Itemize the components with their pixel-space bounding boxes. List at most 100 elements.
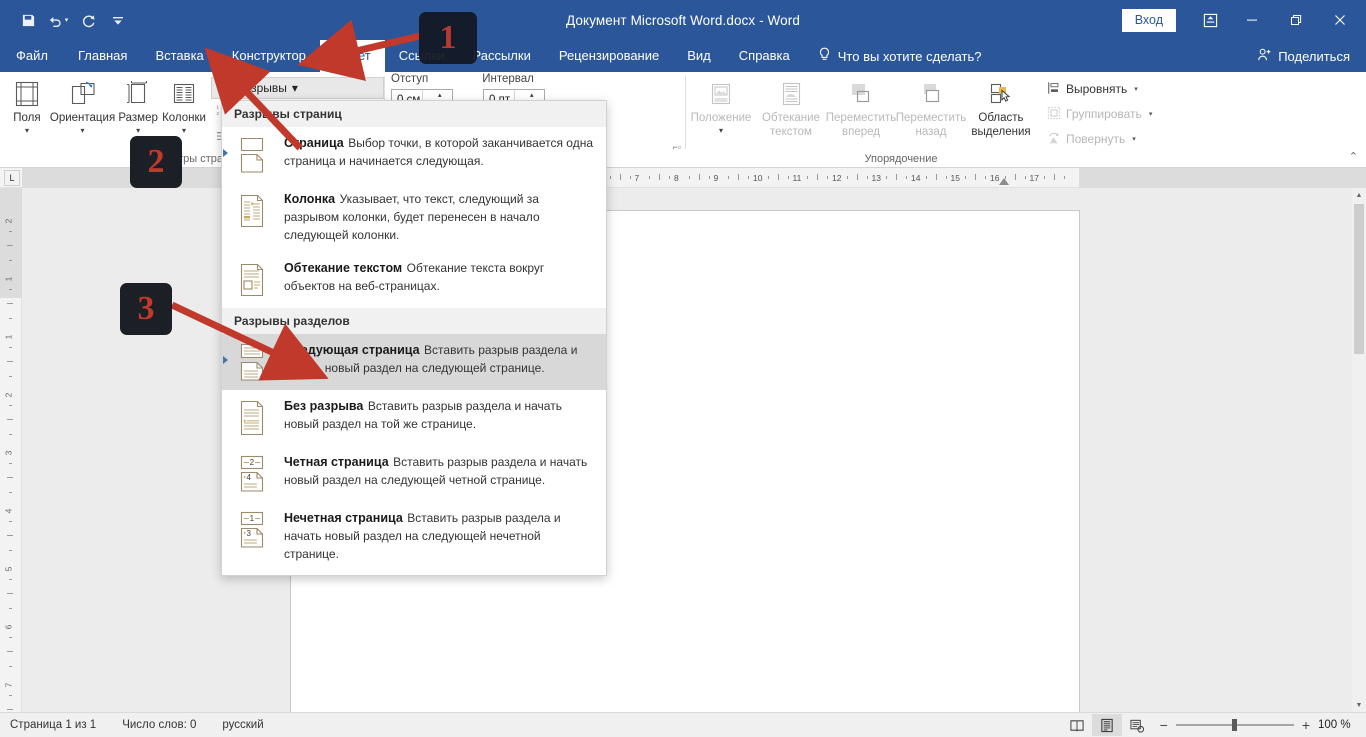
- tab-insert[interactable]: Вставка: [141, 40, 217, 72]
- ruler-tick: [619, 174, 621, 180]
- tab-home[interactable]: Главная: [64, 40, 141, 72]
- breaks-dropdown-menu[interactable]: Разрывы страниц Страница Выбор точки, в …: [221, 100, 607, 576]
- close-button[interactable]: [1318, 0, 1362, 40]
- indent-marker-icon[interactable]: [999, 178, 1009, 185]
- vruler-tick: [7, 535, 13, 536]
- menu-item-title: Обтекание текстом: [284, 261, 403, 275]
- menu-item-even-page-section[interactable]: 2 4 Четная страница Вставить разрыв разд…: [222, 446, 606, 502]
- zoom-slider[interactable]: [1175, 718, 1294, 732]
- redo-icon[interactable]: [74, 7, 102, 33]
- chevron-down-icon[interactable]: ▾: [292, 81, 298, 95]
- tab-file[interactable]: Файл: [0, 40, 64, 72]
- language-label[interactable]: русский: [222, 719, 263, 731]
- group-label: Группировать: [1066, 107, 1142, 121]
- tell-me-label: Что вы хотите сделать?: [837, 48, 982, 64]
- horizontal-ruler-marks: 67891011121314151617: [0, 168, 1366, 188]
- bring-forward-button[interactable]: Переместить вперед: [826, 75, 896, 138]
- ruler-tick: [787, 176, 789, 179]
- margins-label: Поля: [13, 112, 41, 124]
- position-button[interactable]: Положение ▾: [686, 75, 756, 137]
- chevron-down-icon[interactable]: ▾: [1134, 85, 1138, 93]
- align-icon: [1047, 81, 1061, 98]
- web-layout-icon[interactable]: [1122, 714, 1152, 736]
- chevron-down-icon[interactable]: ▾: [25, 125, 29, 137]
- margins-button[interactable]: Поля ▾: [4, 75, 50, 137]
- chevron-down-icon[interactable]: ▾: [1132, 135, 1136, 143]
- orientation-button[interactable]: Ориентация ▾: [50, 75, 115, 137]
- orientation-label: Ориентация: [49, 112, 116, 124]
- tab-help[interactable]: Справка: [725, 40, 804, 72]
- print-layout-icon[interactable]: [1091, 714, 1122, 736]
- menu-item-text-wrapping-break[interactable]: Обтекание текстом Обтекание текста вокру…: [222, 252, 606, 308]
- zoom-in-button[interactable]: +: [1302, 717, 1310, 733]
- read-mode-icon[interactable]: [1062, 714, 1092, 736]
- menu-item-column-break[interactable]: Колонка Указывает, что текст, следующий …: [222, 183, 606, 252]
- word-count-label[interactable]: Число слов: 0: [122, 719, 196, 731]
- save-icon[interactable]: [14, 7, 42, 33]
- menu-item-page-break[interactable]: Страница Выбор точки, в которой заканчив…: [222, 127, 606, 183]
- share-button[interactable]: Поделиться: [1257, 40, 1366, 72]
- vruler-tick: [9, 491, 12, 493]
- ribbon-display-options-icon[interactable]: [1190, 0, 1230, 40]
- scroll-up-icon[interactable]: ▲: [1352, 188, 1366, 202]
- vruler-tick: [9, 259, 12, 261]
- vertical-ruler[interactable]: 2 1 1 2 3 4 5 6 7: [0, 188, 22, 725]
- sign-in-button[interactable]: Вход: [1121, 8, 1176, 32]
- tab-view[interactable]: Вид: [673, 40, 725, 72]
- align-button[interactable]: Выровнять ▾: [1042, 78, 1157, 100]
- wrap-text-button[interactable]: Обтекание текстом: [756, 75, 826, 138]
- menu-item-title: Без разрыва: [284, 399, 364, 413]
- paragraph-dialog-launcher[interactable]: ⌐▫: [673, 142, 681, 152]
- tab-layout[interactable]: Макет: [319, 40, 385, 72]
- ruler-tick: [1054, 174, 1056, 180]
- ruler-tick: [975, 174, 977, 180]
- align-label: Выровнять: [1066, 82, 1128, 96]
- group-button[interactable]: Группировать ▾: [1042, 103, 1157, 125]
- vruler-tick: [7, 709, 13, 710]
- menu-item-odd-page-section[interactable]: 1 3 Нечетная страница Вставить разрыв ра…: [222, 502, 606, 571]
- tell-me-box[interactable]: Что вы хотите сделать?: [818, 40, 982, 72]
- ruler-tick: [659, 174, 661, 180]
- tab-review[interactable]: Рецензирование: [545, 40, 673, 72]
- chevron-down-icon[interactable]: ▾: [719, 125, 723, 137]
- vruler-tick: [9, 404, 12, 406]
- chevron-down-icon[interactable]: ▾: [81, 125, 85, 137]
- chevron-down-icon[interactable]: ▾: [182, 125, 186, 137]
- vertical-ruler-marks: 2 1 1 2 3 4 5 6 7: [0, 188, 22, 725]
- size-button[interactable]: Размер ▾: [115, 75, 161, 137]
- send-backward-button[interactable]: Переместить назад: [896, 75, 966, 138]
- tab-design[interactable]: Конструктор: [218, 40, 320, 72]
- customize-qat-icon[interactable]: [104, 7, 132, 33]
- collapse-ribbon-icon[interactable]: ⌃: [1349, 150, 1358, 163]
- tab-stop-selector[interactable]: L: [4, 170, 20, 186]
- minimize-button[interactable]: [1230, 0, 1274, 40]
- vertical-scrollbar[interactable]: ▲ ▼: [1352, 188, 1366, 712]
- vruler-tick: [9, 288, 12, 290]
- zoom-level-label[interactable]: 100 %: [1318, 719, 1356, 731]
- ruler-tick-label: 17: [1029, 173, 1039, 183]
- menu-item-next-page-section[interactable]: Следующая страница Вставить разрыв разде…: [222, 334, 606, 390]
- undo-icon[interactable]: ▾: [44, 7, 72, 33]
- vruler-tick: [7, 651, 13, 652]
- page-count-label[interactable]: Страница 1 из 1: [10, 719, 96, 731]
- bring-forward-icon: [847, 78, 875, 110]
- vruler-tick: [9, 636, 12, 638]
- menu-item-continuous-section[interactable]: Без разрыва Вставить разрыв раздела и на…: [222, 390, 606, 446]
- rotate-button[interactable]: Повернуть ▾: [1042, 128, 1157, 150]
- menu-section-header-page-breaks: Разрывы страниц: [222, 101, 606, 127]
- breaks-button[interactable]: Разрывы ▾: [210, 77, 384, 99]
- zoom-out-button[interactable]: −: [1160, 717, 1168, 733]
- restore-button[interactable]: [1274, 0, 1318, 40]
- selection-pane-button[interactable]: Область выделения: [966, 75, 1036, 138]
- horizontal-ruler[interactable]: L 67891011121314151617: [0, 168, 1366, 188]
- svg-text:2: 2: [216, 111, 219, 116]
- vruler-tick-label: 2: [3, 392, 14, 398]
- chevron-down-icon[interactable]: ▾: [1149, 110, 1153, 118]
- scrollbar-thumb[interactable]: [1354, 204, 1364, 354]
- scroll-down-icon[interactable]: ▼: [1352, 698, 1366, 712]
- vruler-tick-label: 6: [3, 624, 14, 630]
- zoom-controls[interactable]: − + 100 %: [1160, 717, 1356, 733]
- columns-button[interactable]: Колонки ▾: [161, 75, 207, 137]
- zoom-slider-knob[interactable]: [1231, 719, 1237, 731]
- ruler-tick: [965, 176, 967, 179]
